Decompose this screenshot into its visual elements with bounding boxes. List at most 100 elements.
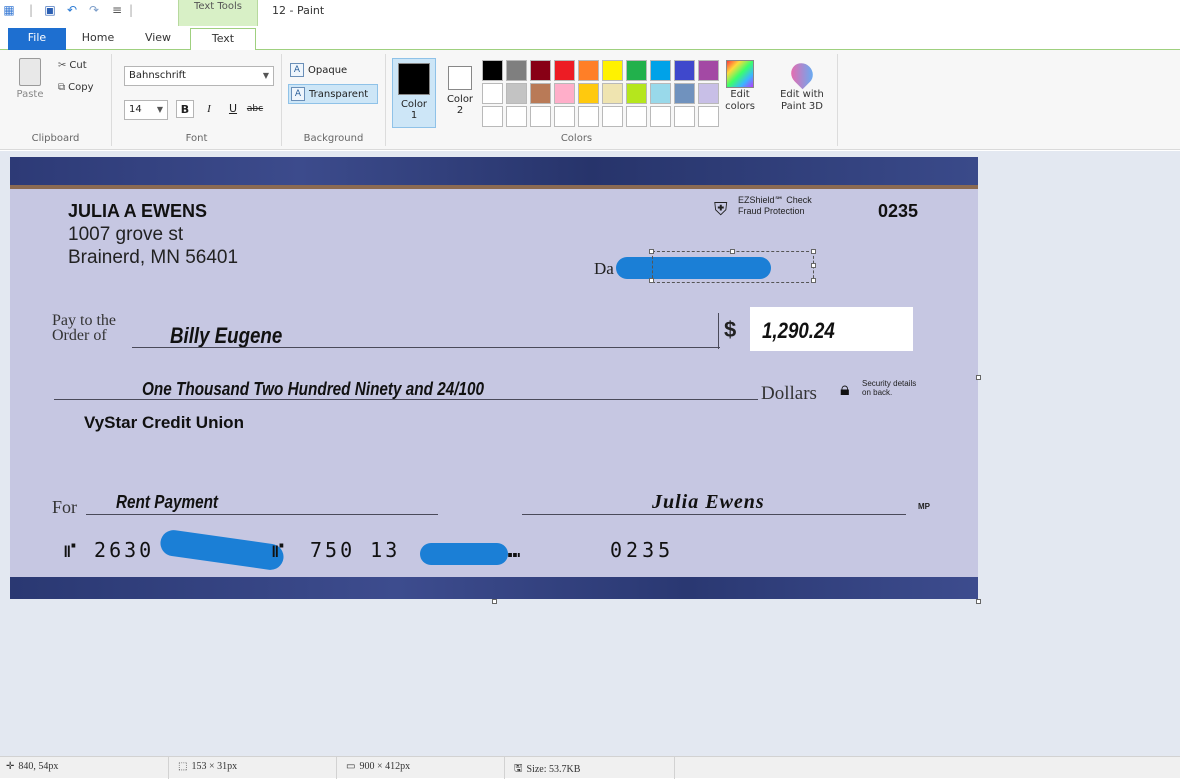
palette-swatch[interactable] bbox=[482, 83, 503, 104]
copy-button[interactable]: ⧉ Copy bbox=[58, 82, 94, 93]
redo-icon[interactable]: ↷ bbox=[86, 2, 102, 18]
undo-icon[interactable]: ↶ bbox=[64, 2, 80, 18]
palette-swatch[interactable] bbox=[530, 106, 551, 127]
palette-swatch[interactable] bbox=[482, 60, 503, 81]
memo-label: For bbox=[52, 497, 78, 517]
paint-app-icon: ▦ bbox=[3, 3, 15, 17]
transparent-button[interactable]: A Transparent bbox=[288, 84, 378, 104]
cut-label: Cut bbox=[69, 60, 87, 71]
cut-button[interactable]: ✂ Cut bbox=[58, 60, 87, 71]
selection-handle[interactable] bbox=[811, 278, 816, 283]
palette-swatch[interactable] bbox=[698, 60, 719, 81]
check-number-top: 0235 bbox=[878, 201, 919, 221]
palette-swatch[interactable] bbox=[626, 106, 647, 127]
disk-icon: 🖫︎ bbox=[514, 763, 523, 774]
canvas-resize-handle-right[interactable] bbox=[976, 375, 981, 380]
palette-swatch[interactable] bbox=[626, 60, 647, 81]
palette-swatch[interactable] bbox=[578, 60, 599, 81]
amount-words-line bbox=[54, 399, 758, 400]
security-line-1: Security details bbox=[862, 379, 917, 388]
clipboard-group: Paste ✂ Cut ⧉ Copy Clipboard bbox=[0, 54, 112, 146]
paste-icon bbox=[19, 58, 41, 86]
palette-swatch[interactable] bbox=[602, 60, 623, 81]
fraud-line-1: EZShield℠ Check bbox=[738, 195, 812, 205]
bank-name: VyStar Credit Union bbox=[84, 413, 244, 432]
rainbow-palette-icon bbox=[726, 60, 754, 88]
palette-swatch[interactable] bbox=[626, 83, 647, 104]
edit-with-paint3d-button[interactable]: Edit with Paint 3D bbox=[776, 58, 828, 112]
check-image[interactable]: JULIA A EWENS 1007 grove st Brainerd, MN… bbox=[10, 157, 978, 599]
micr-symbol-2: ⑉ bbox=[508, 538, 520, 562]
selection-handle[interactable] bbox=[730, 249, 735, 254]
payee-line bbox=[132, 347, 720, 348]
italic-button[interactable]: I bbox=[200, 100, 218, 118]
palette-swatch[interactable] bbox=[530, 60, 551, 81]
font-group-label: Font bbox=[185, 133, 208, 144]
edit-colors-button[interactable]: Edit colors bbox=[718, 60, 762, 112]
palette-swatch[interactable] bbox=[650, 60, 671, 81]
image-size-icon: ▭ bbox=[346, 761, 356, 772]
palette-swatch[interactable] bbox=[554, 106, 575, 127]
palette-swatch[interactable] bbox=[506, 83, 527, 104]
scissors-icon: ✂ bbox=[58, 60, 67, 71]
palette-swatch[interactable] bbox=[554, 83, 575, 104]
micr-routing: ⑈ 2630 bbox=[64, 538, 155, 562]
copy-label: Copy bbox=[68, 82, 94, 93]
signature-line bbox=[522, 514, 906, 515]
underline-button[interactable]: U bbox=[224, 100, 242, 118]
palette-swatch[interactable] bbox=[482, 106, 503, 127]
font-size-select[interactable]: 14 ▼ bbox=[124, 100, 168, 120]
palette-swatch[interactable] bbox=[698, 106, 719, 127]
palette-swatch[interactable] bbox=[650, 106, 671, 127]
palette-swatch[interactable] bbox=[578, 83, 599, 104]
text-selection-box[interactable] bbox=[652, 251, 814, 283]
customize-qat-icon[interactable]: ≡ bbox=[110, 2, 124, 18]
palette-swatch[interactable] bbox=[506, 60, 527, 81]
color2-label: Color bbox=[446, 94, 474, 105]
palette-swatch[interactable] bbox=[554, 60, 575, 81]
dollars-label: Dollars bbox=[761, 383, 817, 404]
file-size: 🖫︎ Size: 53.7KB bbox=[514, 761, 580, 778]
palette-swatch[interactable] bbox=[530, 83, 551, 104]
canvas-area[interactable]: JULIA A EWENS 1007 grove st Brainerd, MN… bbox=[0, 151, 1180, 756]
bold-button[interactable]: B bbox=[176, 100, 194, 118]
address-line-2: Brainerd, MN 56401 bbox=[68, 247, 239, 268]
chevron-down-icon: ▼ bbox=[156, 105, 163, 114]
canvas-resize-handle-bottom[interactable] bbox=[492, 599, 497, 604]
background-group: A Opaque A Transparent Background bbox=[282, 54, 386, 146]
palette-swatch[interactable] bbox=[602, 83, 623, 104]
qat-separator-2: | bbox=[128, 3, 134, 17]
canvas-resize-handle-corner[interactable] bbox=[976, 599, 981, 604]
tab-text[interactable]: Text bbox=[190, 28, 256, 51]
selection-handle[interactable] bbox=[649, 278, 654, 283]
palette-swatch[interactable] bbox=[674, 83, 695, 104]
tab-home[interactable]: Home bbox=[72, 28, 124, 50]
color2-button[interactable]: Color 2 bbox=[438, 58, 482, 128]
selection-handle[interactable] bbox=[811, 263, 816, 268]
tab-view[interactable]: View bbox=[130, 28, 186, 50]
palette-swatch[interactable] bbox=[506, 106, 527, 127]
color1-button[interactable]: Color 1 bbox=[392, 58, 436, 128]
palette-swatch[interactable] bbox=[602, 106, 623, 127]
shield-icon: ⛨ bbox=[714, 199, 728, 220]
palette-swatch[interactable] bbox=[698, 83, 719, 104]
save-icon[interactable]: ▣ bbox=[42, 2, 58, 18]
paste-button[interactable]: Paste bbox=[10, 58, 50, 100]
tab-file[interactable]: File bbox=[8, 28, 66, 50]
strikethrough-button[interactable]: abc bbox=[246, 100, 264, 118]
redaction-routing bbox=[158, 528, 286, 572]
opaque-button[interactable]: A Opaque bbox=[288, 60, 378, 80]
status-divider bbox=[336, 757, 337, 779]
palette-swatch[interactable] bbox=[674, 106, 695, 127]
font-group: Bahnschrift ▼ 14 ▼ B I U abc Font bbox=[112, 54, 282, 146]
selection-handle[interactable] bbox=[649, 249, 654, 254]
palette-swatch[interactable] bbox=[578, 106, 599, 127]
account-holder-name: JULIA A EWENS bbox=[68, 201, 208, 221]
font-family-select[interactable]: Bahnschrift ▼ bbox=[124, 66, 274, 86]
status-divider bbox=[674, 757, 675, 779]
opaque-icon: A bbox=[290, 63, 304, 77]
redaction-account bbox=[420, 543, 508, 565]
palette-swatch[interactable] bbox=[650, 83, 671, 104]
palette-swatch[interactable] bbox=[674, 60, 695, 81]
selection-handle[interactable] bbox=[811, 249, 816, 254]
